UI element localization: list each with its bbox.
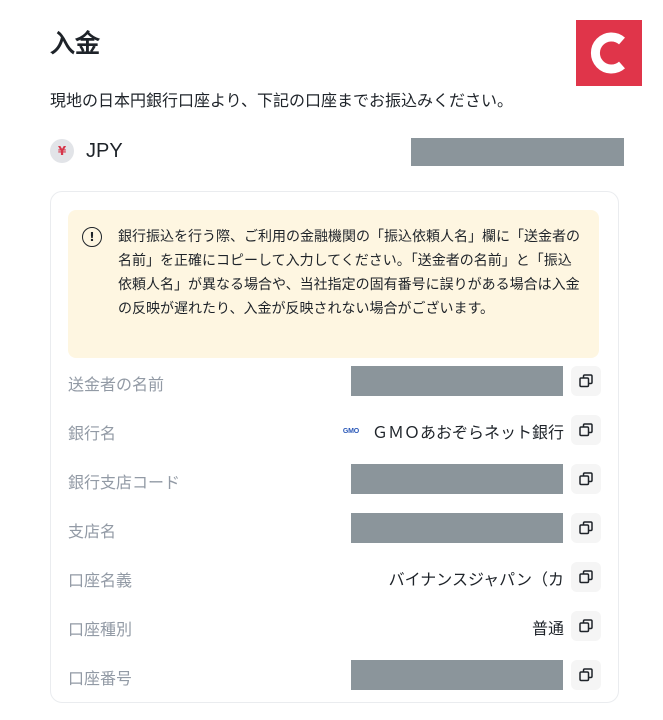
detail-label: 銀行名 [68, 424, 117, 443]
info-circle-icon: ! [82, 227, 102, 247]
logo-c-icon [590, 32, 625, 74]
copy-account-holder-button[interactable] [571, 562, 601, 592]
detail-label: 銀行支店コード [68, 473, 181, 492]
detail-label: 口座種別 [68, 620, 133, 639]
copy-icon [579, 423, 593, 437]
copy-account-type-button[interactable] [571, 611, 601, 641]
detail-row-account-type: 口座種別 普通 [68, 609, 601, 643]
detail-row-branch-code: 銀行支店コード [68, 462, 601, 496]
currency-code: JPY [86, 139, 123, 162]
redacted-value [351, 513, 563, 543]
bank-logo-icon: GMO [342, 427, 360, 435]
page-title: 入金 [50, 29, 101, 58]
account-holder-value: バイナンスジャパン（カ [389, 566, 564, 590]
copy-branch-name-button[interactable] [571, 513, 601, 543]
account-holder-text: バイナンスジャパン（カ [388, 570, 564, 589]
copy-icon [579, 521, 593, 535]
copy-icon [579, 668, 593, 682]
copy-icon [579, 472, 593, 486]
detail-row-account-holder: 口座名義 バイナンスジャパン（カ [68, 560, 601, 594]
redacted-value [351, 366, 563, 396]
detail-row-bank-name: 銀行名 GMO ＧＭＯあおぞらネット銀行 [68, 413, 601, 447]
copy-account-number-button[interactable] [571, 660, 601, 690]
detail-row-account-number: 口座番号 [68, 658, 601, 692]
notice-box: ! 銀行振込を行う際、ご利用の金融機関の「振込依頼人名」欄に「送金者の名前」を正… [68, 210, 599, 358]
bank-name-value: GMO ＧＭＯあおぞらネット銀行 [340, 419, 564, 443]
currency-redacted-value [411, 138, 624, 166]
copy-icon [579, 570, 593, 584]
copy-icon [579, 619, 593, 633]
account-type-text: 普通 [531, 619, 564, 638]
app-logo [576, 20, 642, 86]
detail-label: 口座名義 [68, 571, 133, 590]
copy-bank-name-button[interactable] [571, 415, 601, 445]
detail-label: 口座番号 [68, 669, 133, 688]
account-type-value: 普通 [532, 615, 564, 639]
copy-branch-code-button[interactable] [571, 464, 601, 494]
currency-selector: ¥ JPY [50, 139, 123, 163]
bank-name-text: ＧＭＯあおぞらネット銀行 [371, 423, 564, 442]
copy-icon [579, 374, 593, 388]
notice-text: 銀行振込を行う際、ご利用の金融機関の「振込依頼人名」欄に「送金者の名前」を正確に… [118, 229, 580, 317]
yen-icon: ¥ [50, 139, 74, 163]
redacted-value [351, 464, 563, 494]
detail-row-branch-name: 支店名 [68, 511, 601, 545]
copy-sender-name-button[interactable] [571, 366, 601, 396]
redacted-value [351, 660, 563, 690]
detail-label: 送金者の名前 [68, 375, 165, 394]
detail-row-sender-name: 送金者の名前 [68, 364, 601, 398]
detail-label: 支店名 [68, 522, 117, 541]
page-subtitle: 現地の日本円銀行口座より、下記の口座までお振込みください。 [50, 91, 514, 110]
